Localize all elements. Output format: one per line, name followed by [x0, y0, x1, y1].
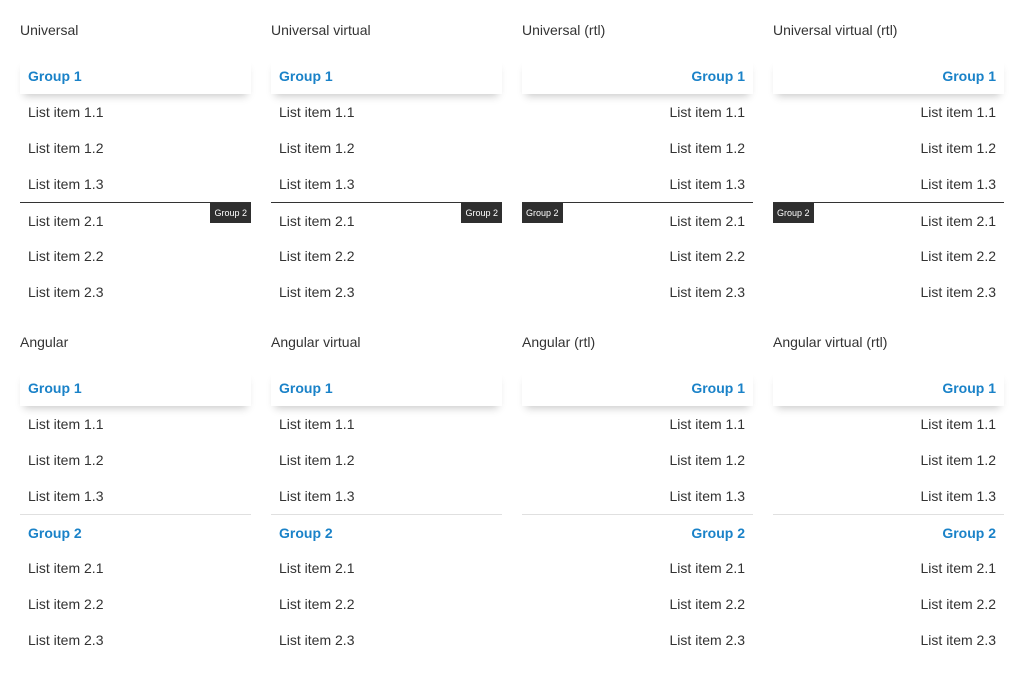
panel-title: Angular virtual (rtl): [773, 334, 888, 350]
list-item[interactable]: List item 2.1 Group 2: [522, 202, 753, 238]
group-header: Group 1: [522, 370, 753, 406]
list-item[interactable]: List item 2.2: [271, 586, 502, 622]
group-header: Group 2: [20, 514, 251, 550]
list-item[interactable]: List item 2.2: [20, 586, 251, 622]
panel-title: Universal (rtl): [522, 22, 606, 38]
list-item[interactable]: List item 1.3: [773, 478, 1004, 514]
list-item[interactable]: List item 1.2: [271, 130, 502, 166]
list-item[interactable]: List item 1.3: [271, 166, 502, 202]
list-item[interactable]: List item 1.3: [522, 478, 753, 514]
panel-title: Universal virtual (rtl): [773, 22, 898, 38]
group-header: Group 1: [20, 58, 251, 94]
list-item[interactable]: List item 2.1: [271, 550, 502, 586]
list-item[interactable]: List item 1.3: [522, 166, 753, 202]
list-item[interactable]: List item 1.3: [20, 166, 251, 202]
list-item[interactable]: List item 1.2: [773, 442, 1004, 478]
grouped-list[interactable]: Group 1 List item 1.1 List item 1.2 List it…: [773, 58, 1004, 310]
list-item[interactable]: List item 1.1: [773, 406, 1004, 442]
group-header: Group 2: [271, 514, 502, 550]
list-item[interactable]: List item 2.3: [522, 622, 753, 658]
list-item[interactable]: List item 2.1 Group 2: [20, 202, 251, 238]
list-item[interactable]: List item 2.2: [773, 238, 1004, 274]
list-item[interactable]: List item 2.3: [271, 622, 502, 658]
list-item[interactable]: List item 1.1: [20, 94, 251, 130]
list-item[interactable]: List item 2.1: [773, 550, 1004, 586]
grouped-list[interactable]: Group 1 List item 1.1 List item 1.2 List it…: [271, 370, 502, 658]
list-item[interactable]: List item 2.3: [522, 274, 753, 310]
group-header: Group 1: [773, 370, 1004, 406]
panel-title: Angular (rtl): [522, 334, 596, 350]
group-header: Group 1: [271, 58, 502, 94]
list-item[interactable]: List item 1.2: [522, 442, 753, 478]
group-tag: Group 2: [773, 203, 814, 223]
grouped-list[interactable]: Group 1 List item 1.1 List item 1.2 List it…: [20, 58, 251, 310]
grouped-list[interactable]: Group 1 List item 1.1 List item 1.2 List it…: [522, 370, 753, 658]
list-item[interactable]: List item 2.1: [522, 550, 753, 586]
list-item[interactable]: List item 1.1: [20, 406, 251, 442]
list-item[interactable]: List item 1.2: [20, 442, 251, 478]
list-item[interactable]: List item 2.2: [773, 586, 1004, 622]
panel-title: Universal: [20, 22, 79, 38]
list-item[interactable]: List item 2.2: [522, 586, 753, 622]
group-header: Group 2: [773, 514, 1004, 550]
list-item[interactable]: List item 2.1 Group 2: [773, 202, 1004, 238]
group-header: Group 1: [773, 58, 1004, 94]
list-item[interactable]: List item 2.3: [20, 622, 251, 658]
list-item[interactable]: List item 1.1: [522, 406, 753, 442]
list-item[interactable]: List item 2.2: [522, 238, 753, 274]
list-item[interactable]: List item 2.1 Group 2: [271, 202, 502, 238]
group-tag: Group 2: [522, 203, 563, 223]
panel-title: Angular: [20, 334, 69, 350]
list-item[interactable]: List item 2.3: [773, 622, 1004, 658]
list-item[interactable]: List item 2.3: [271, 274, 502, 310]
list-item[interactable]: List item 2.2: [271, 238, 502, 274]
group-tag: Group 2: [210, 203, 251, 223]
list-item[interactable]: List item 1.3: [20, 478, 251, 514]
list-item[interactable]: List item 1.2: [20, 130, 251, 166]
panel-title: Universal virtual: [271, 22, 371, 38]
group-header: Group 1: [522, 58, 753, 94]
grouped-list[interactable]: Group 1 List item 1.1 List item 1.2 List it…: [522, 58, 753, 310]
list-item[interactable]: List item 2.3: [773, 274, 1004, 310]
list-item[interactable]: List item 2.3: [20, 274, 251, 310]
list-item[interactable]: List item 1.3: [271, 478, 502, 514]
group-header: Group 1: [271, 370, 502, 406]
list-item[interactable]: List item 1.1: [522, 94, 753, 130]
group-header: Group 2: [522, 514, 753, 550]
list-item[interactable]: List item 1.2: [271, 442, 502, 478]
list-item[interactable]: List item 2.2: [20, 238, 251, 274]
group-tag: Group 2: [461, 203, 502, 223]
grouped-list[interactable]: Group 1 List item 1.1 List item 1.2 List it…: [20, 370, 251, 658]
list-item[interactable]: List item 2.1: [20, 550, 251, 586]
panel-title: Angular virtual: [271, 334, 361, 350]
grouped-list[interactable]: Group 1 List item 1.1 List item 1.2 List it…: [773, 370, 1004, 658]
grouped-list[interactable]: Group 1 List item 1.1 List item 1.2 List it…: [271, 58, 502, 310]
list-item[interactable]: List item 1.1: [773, 94, 1004, 130]
list-item[interactable]: List item 1.2: [773, 130, 1004, 166]
list-item[interactable]: List item 1.1: [271, 406, 502, 442]
group-header: Group 1: [20, 370, 251, 406]
list-item[interactable]: List item 1.2: [522, 130, 753, 166]
list-item[interactable]: List item 1.3: [773, 166, 1004, 202]
list-item[interactable]: List item 1.1: [271, 94, 502, 130]
